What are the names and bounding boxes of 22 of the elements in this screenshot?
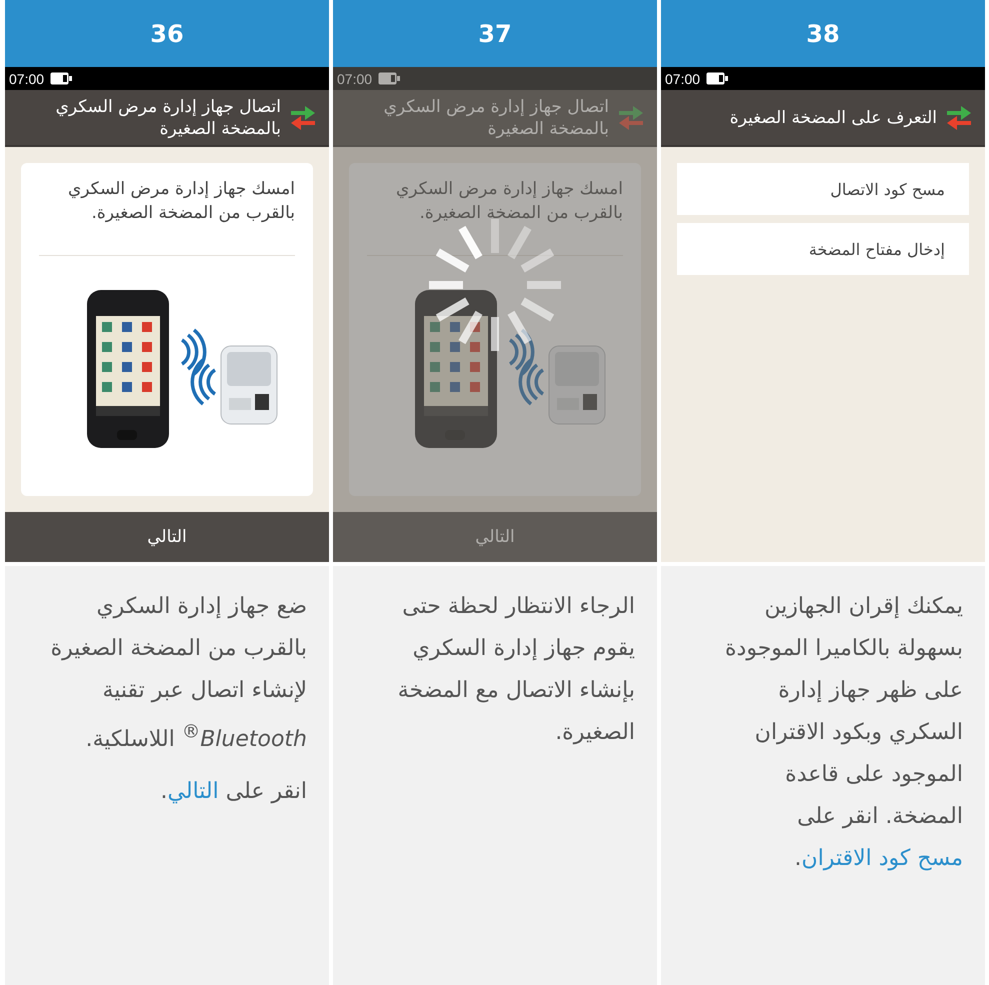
screen-title: التعرف على المضخة الصغيرة [730,106,937,128]
battery-icon [706,72,728,85]
status-time: 07:00 [665,70,700,86]
battery-icon [378,72,400,85]
menu-item[interactable]: مسح كود الاتصال [677,163,969,215]
description-text: يمكنك إقران الجهازين بسهولة بالكاميرا الموجودة على ظهر جهاز إدارة السكري وبكود الاقتران الموجود على قاعدة المضخة. انقر على مسح كود الاقتران. [724,593,963,873]
menu-item[interactable]: إدخال مفتاح المضخة [677,223,969,275]
status-time: 07:00 [337,70,372,86]
step-number: 36 [5,0,329,67]
status-time: 07:00 [9,70,44,86]
screen-title: اتصال جهاز إدارة مرض السكري بالمضخة الصغيرة [382,96,609,140]
description-text: الرجاء الانتظار لحظة حتى يقوم جهاز إدارة السكري بإنشاء الاتصال مع المضخة الصغيرة. [396,593,635,747]
card-text: امسك جهاز إدارة مرض السكري بالقرب من المضخة الصغيرة. [39,177,295,256]
swap-arrows-icon [947,104,971,130]
battery-icon [50,72,72,85]
next-button[interactable]: التالي [5,512,329,562]
step-number: 37 [333,0,657,67]
step-number: 38 [661,0,985,67]
swap-arrows-icon [619,104,643,130]
description-text: انقر على التالي. [160,778,307,806]
swap-arrows-icon [291,104,315,130]
screen-title: اتصال جهاز إدارة مرض السكري بالمضخة الصغيرة [54,96,281,140]
